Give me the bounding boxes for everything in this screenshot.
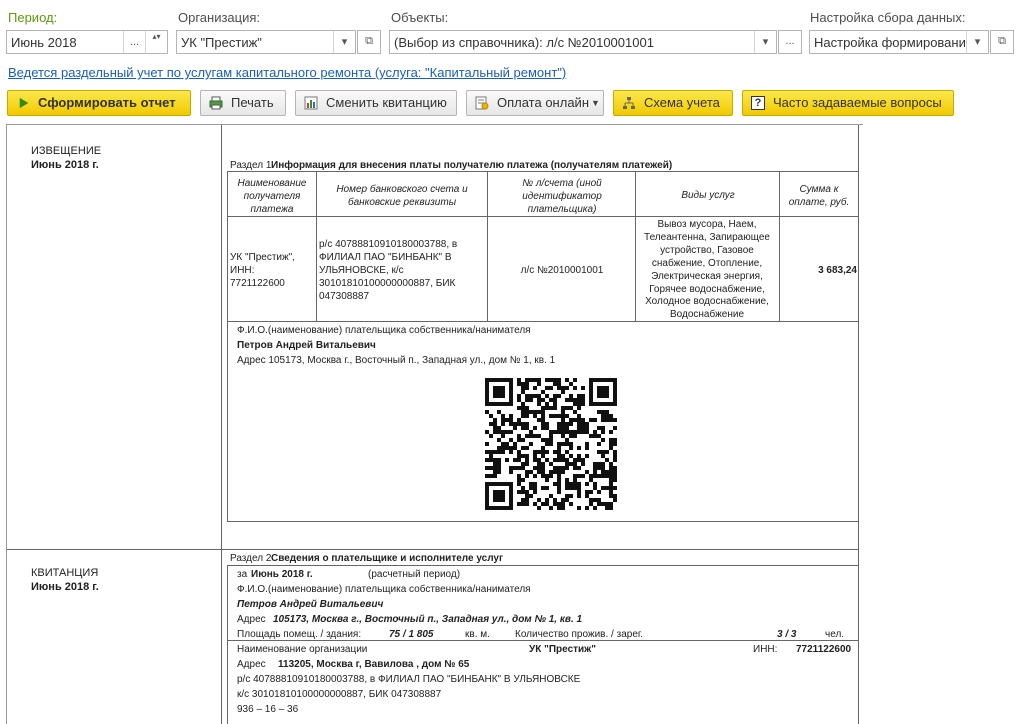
payer-address: Адрес 105173, Москва г., Восточный п., З… bbox=[237, 355, 556, 366]
question-icon: ? bbox=[751, 96, 765, 110]
residents-value: 3 / 3 bbox=[777, 629, 797, 640]
residents-label: Количество прожив. / зарег. bbox=[515, 629, 644, 640]
org-label: Наименование организации bbox=[237, 644, 368, 655]
period-caption: (расчетный период) bbox=[368, 569, 461, 580]
account-scheme-button[interactable]: Схема учета bbox=[613, 90, 733, 116]
row-payer-id: л/с №2010001001 bbox=[520, 265, 604, 276]
settings-field[interactable]: Настройка формирования ▾ bbox=[809, 30, 989, 54]
inn-label: ИНН: bbox=[753, 644, 778, 655]
faq-button[interactable]: ? Часто задаваемые вопросы bbox=[742, 90, 954, 116]
inn-value: 7721122600 bbox=[796, 644, 852, 655]
objects-field[interactable]: (Выбор из справочника): л/с №2010001001 … bbox=[389, 30, 777, 54]
header-recipient: Наименование получателя платежа bbox=[237, 178, 307, 215]
section2-title: Сведения о плательщике и исполнителе усл… bbox=[271, 553, 504, 564]
area-unit: кв. м. bbox=[465, 629, 490, 640]
payer-label: Ф.И.О.(наименование) плательщика собстве… bbox=[237, 325, 531, 336]
settings-dropdown-icon[interactable]: ▾ bbox=[966, 31, 988, 53]
period-select-button[interactable]: ... bbox=[123, 31, 145, 53]
objects-dropdown-icon[interactable]: ▾ bbox=[754, 31, 776, 53]
generate-report-button[interactable]: Сформировать отчет bbox=[7, 90, 191, 116]
header-payer-id: № л/счета (иной идентификатор плательщик… bbox=[522, 178, 602, 215]
receipt-chart-icon bbox=[304, 96, 318, 110]
section2-number: Раздел 2 bbox=[230, 553, 272, 564]
period-value: Июнь 2018 bbox=[11, 35, 77, 50]
row-amount: 3 683,24 bbox=[818, 265, 857, 276]
org-address-label: Адрес bbox=[237, 659, 266, 670]
receipt-document: ИЗВЕЩЕНИЕ Июнь 2018 г. Раздел 1 Информац… bbox=[6, 124, 863, 724]
objects-label: Объекты: bbox=[391, 10, 449, 25]
pay-online-icon bbox=[475, 96, 489, 110]
organization-value: УК "Престиж" bbox=[181, 35, 262, 50]
org-account: р/с 40788810910180003788, в ФИЛИАЛ ПАО "… bbox=[237, 674, 581, 685]
account-scheme-label: Схема учета bbox=[644, 95, 720, 110]
chevron-down-icon: ▼ bbox=[591, 98, 600, 108]
period-field[interactable]: Июнь 2018 ... ▴▾ bbox=[6, 30, 168, 54]
payer-name: Петров Андрей Витальевич bbox=[237, 340, 376, 351]
organization-field[interactable]: УК "Престиж" ▾ bbox=[176, 30, 356, 54]
period-label: Период: bbox=[8, 10, 58, 25]
org-phone: 936 – 16 – 36 bbox=[237, 704, 299, 715]
organization-dropdown-icon[interactable]: ▾ bbox=[333, 31, 355, 53]
row-services: Вывоз мусора, Наем, Телеантенна, Запираю… bbox=[644, 219, 770, 321]
objects-value: (Выбор из справочника): л/с №2010001001 bbox=[394, 35, 654, 50]
header-account: Номер банковского счета и банковские рек… bbox=[336, 184, 468, 208]
org-name: УК "Престиж" bbox=[529, 644, 597, 655]
pay-online-label: Оплата онлайн bbox=[497, 95, 589, 110]
residents-unit: чел. bbox=[825, 629, 845, 640]
faq-label: Часто задаваемые вопросы bbox=[773, 95, 942, 110]
settings-open-icon[interactable]: ⧉ bbox=[990, 30, 1014, 54]
org-bank: к/с 30101810100000000887, БИК 047308887 bbox=[237, 689, 442, 700]
period-spin-button[interactable]: ▴▾ bbox=[145, 31, 167, 53]
area-value: 75 / 1 805 bbox=[389, 629, 434, 640]
row-recipient: УК "Престиж", ИНН: 7721122600 bbox=[230, 252, 295, 289]
for-period: Июнь 2018 г. bbox=[251, 569, 313, 580]
header-services: Виды услуг bbox=[681, 190, 735, 201]
capital-repair-link[interactable]: Ведется раздельный учет по услугам капит… bbox=[8, 65, 566, 80]
change-receipt-label: Сменить квитанцию bbox=[326, 95, 447, 110]
pay-online-button[interactable]: Оплата онлайн ▼ bbox=[466, 90, 604, 116]
change-receipt-button[interactable]: Сменить квитанцию bbox=[295, 90, 457, 116]
organization-open-icon[interactable]: ⧉ bbox=[357, 30, 381, 54]
receipt-address-label: Адрес bbox=[237, 614, 266, 625]
organization-label: Организация: bbox=[178, 10, 261, 25]
receipt-payer-label: Ф.И.О.(наименование) плательщика собстве… bbox=[237, 584, 531, 595]
settings-value: Настройка формирования bbox=[814, 35, 966, 50]
notice-period: Июнь 2018 г. bbox=[31, 159, 99, 171]
notice-title: ИЗВЕЩЕНИЕ bbox=[31, 145, 102, 157]
print-icon bbox=[209, 96, 223, 110]
scheme-icon bbox=[623, 97, 635, 109]
receipt-period: Июнь 2018 г. bbox=[31, 581, 99, 593]
row-account: р/с 40788810910180003788, в ФИЛИАЛ ПАО "… bbox=[319, 239, 458, 302]
header-amount: Сумма к оплате, руб. bbox=[788, 184, 850, 208]
receipt-payer-name: Петров Андрей Витальевич bbox=[237, 599, 384, 610]
org-address-value: 113205, Москва г, Вавилова , дом № 65 bbox=[278, 659, 470, 670]
settings-label: Настройка сбора данных: bbox=[810, 10, 966, 25]
for-label: за bbox=[237, 569, 248, 580]
generate-report-label: Сформировать отчет bbox=[38, 95, 176, 110]
qr-code bbox=[485, 378, 617, 510]
objects-select-button[interactable]: ... bbox=[778, 30, 802, 54]
receipt-address-value: 105173, Москва г., Восточный п., Западна… bbox=[273, 614, 583, 625]
print-label: Печать bbox=[231, 95, 274, 110]
print-button[interactable]: Печать bbox=[200, 90, 286, 116]
area-label: Площадь помещ. / здания: bbox=[237, 629, 362, 640]
receipt-title: КВИТАНЦИЯ bbox=[31, 567, 99, 579]
play-icon bbox=[19, 97, 29, 109]
